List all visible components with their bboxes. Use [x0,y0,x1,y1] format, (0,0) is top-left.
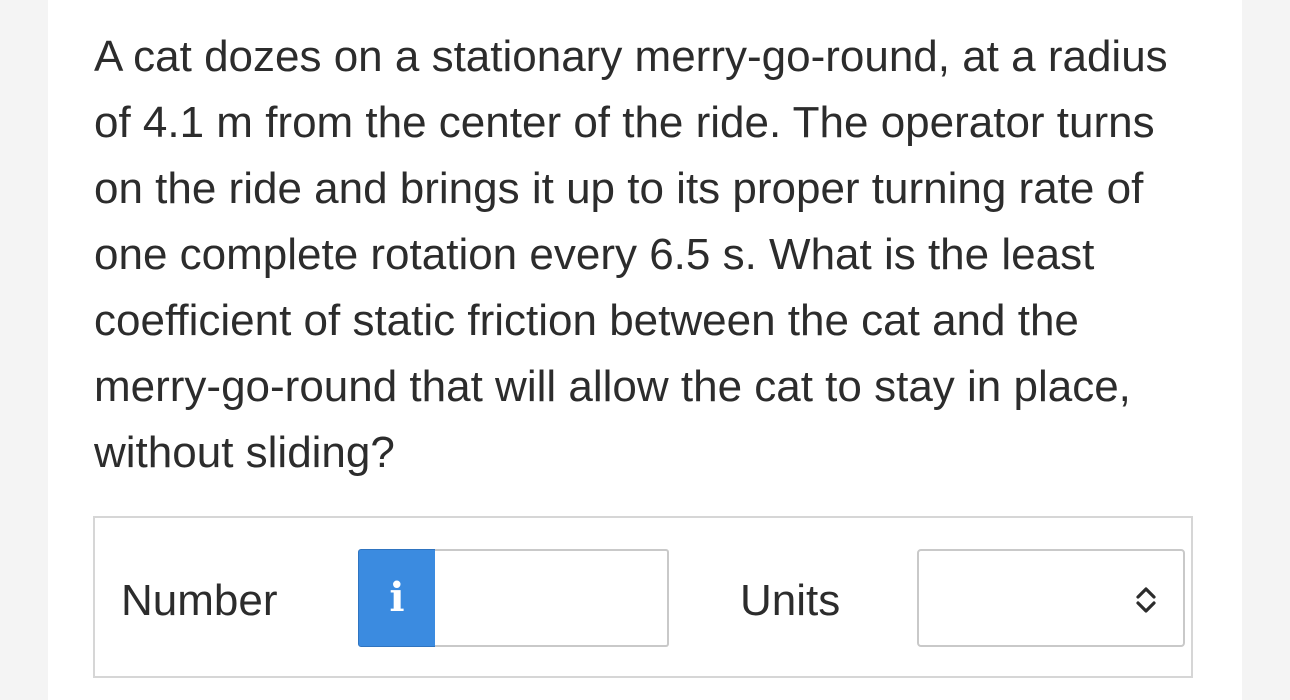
number-input[interactable] [435,549,669,647]
chevron-up-down-icon [1136,587,1156,613]
number-label: Number [121,576,278,625]
units-label: Units [740,576,841,625]
answer-box: Number i Units [93,516,1193,678]
info-button[interactable]: i [358,549,436,647]
info-icon: i [389,574,405,621]
question-panel: A cat dozes on a stationary merry-go-rou… [48,0,1242,700]
question-text: A cat dozes on a stationary merry-go-rou… [94,32,1168,477]
units-select[interactable] [917,549,1185,647]
